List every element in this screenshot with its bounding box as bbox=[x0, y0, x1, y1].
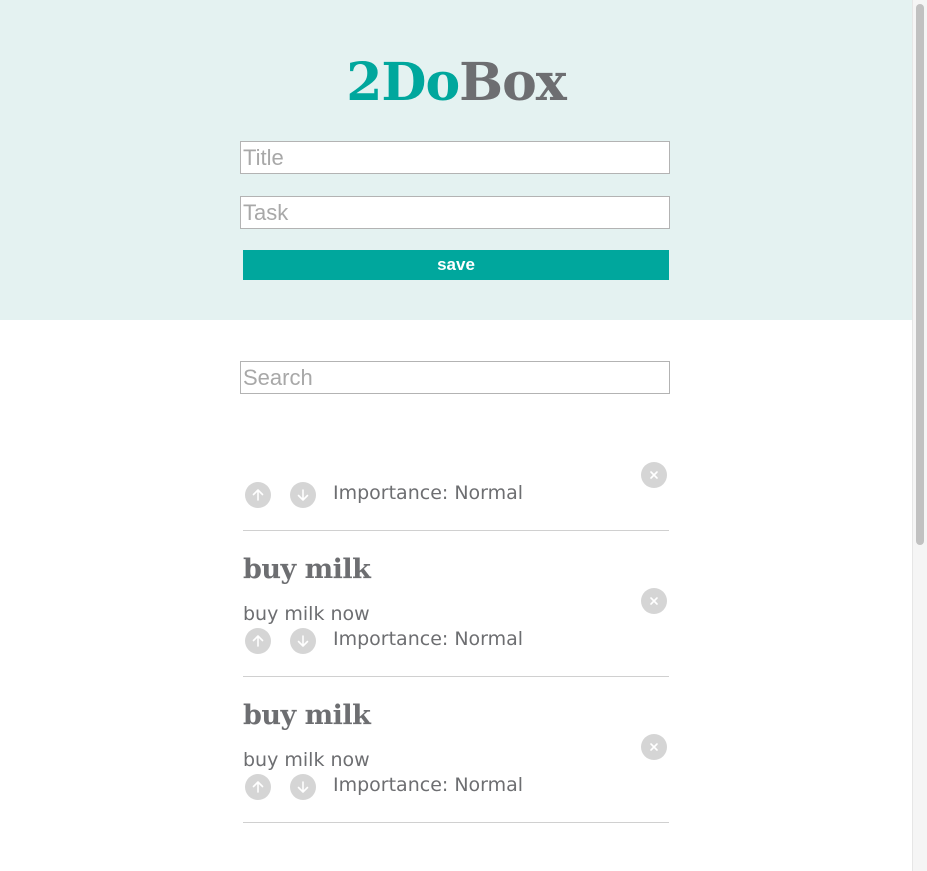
task-body[interactable]: buy milk now bbox=[243, 748, 370, 772]
title-input[interactable] bbox=[240, 141, 670, 174]
task-body[interactable]: buy milk now bbox=[243, 602, 370, 626]
arrow-down-icon[interactable] bbox=[290, 774, 316, 800]
task-title[interactable]: buy milk bbox=[243, 699, 371, 733]
importance-label: Importance: bbox=[333, 482, 449, 504]
arrow-down-icon[interactable] bbox=[290, 628, 316, 654]
importance-value: Normal bbox=[454, 482, 524, 504]
vertical-scrollbar[interactable] bbox=[912, 0, 927, 871]
task-input[interactable] bbox=[240, 196, 670, 229]
importance-value: Normal bbox=[454, 774, 524, 796]
close-icon[interactable] bbox=[641, 734, 667, 760]
close-icon[interactable] bbox=[641, 588, 667, 614]
header: 2DoBox save bbox=[0, 0, 912, 320]
arrow-up-icon[interactable] bbox=[245, 774, 271, 800]
arrow-up-icon[interactable] bbox=[245, 482, 271, 508]
close-icon[interactable] bbox=[641, 462, 667, 488]
importance-row: Importance: Normal bbox=[333, 481, 523, 505]
importance-label: Importance: bbox=[333, 628, 449, 650]
task-card: buy milk buy milk now Importance: Normal bbox=[243, 531, 669, 677]
importance-row: Importance: Normal bbox=[333, 627, 523, 651]
search-input[interactable] bbox=[240, 361, 670, 394]
task-card: Importance: Normal bbox=[243, 440, 669, 531]
task-title[interactable]: buy milk bbox=[243, 553, 371, 587]
app-logo: 2DoBox bbox=[0, 48, 912, 118]
task-card: buy milk buy milk now Importance: Normal bbox=[243, 677, 669, 823]
save-button[interactable]: save bbox=[243, 250, 669, 280]
logo-part-a: 2Do bbox=[346, 52, 460, 113]
arrow-up-icon[interactable] bbox=[245, 628, 271, 654]
importance-value: Normal bbox=[454, 628, 524, 650]
arrow-down-icon[interactable] bbox=[290, 482, 316, 508]
logo-part-b: Box bbox=[459, 52, 567, 113]
scrollbar-thumb[interactable] bbox=[916, 4, 924, 545]
importance-row: Importance: Normal bbox=[333, 773, 523, 797]
page: 2DoBox save Importance: Normal bbox=[0, 0, 912, 871]
importance-label: Importance: bbox=[333, 774, 449, 796]
